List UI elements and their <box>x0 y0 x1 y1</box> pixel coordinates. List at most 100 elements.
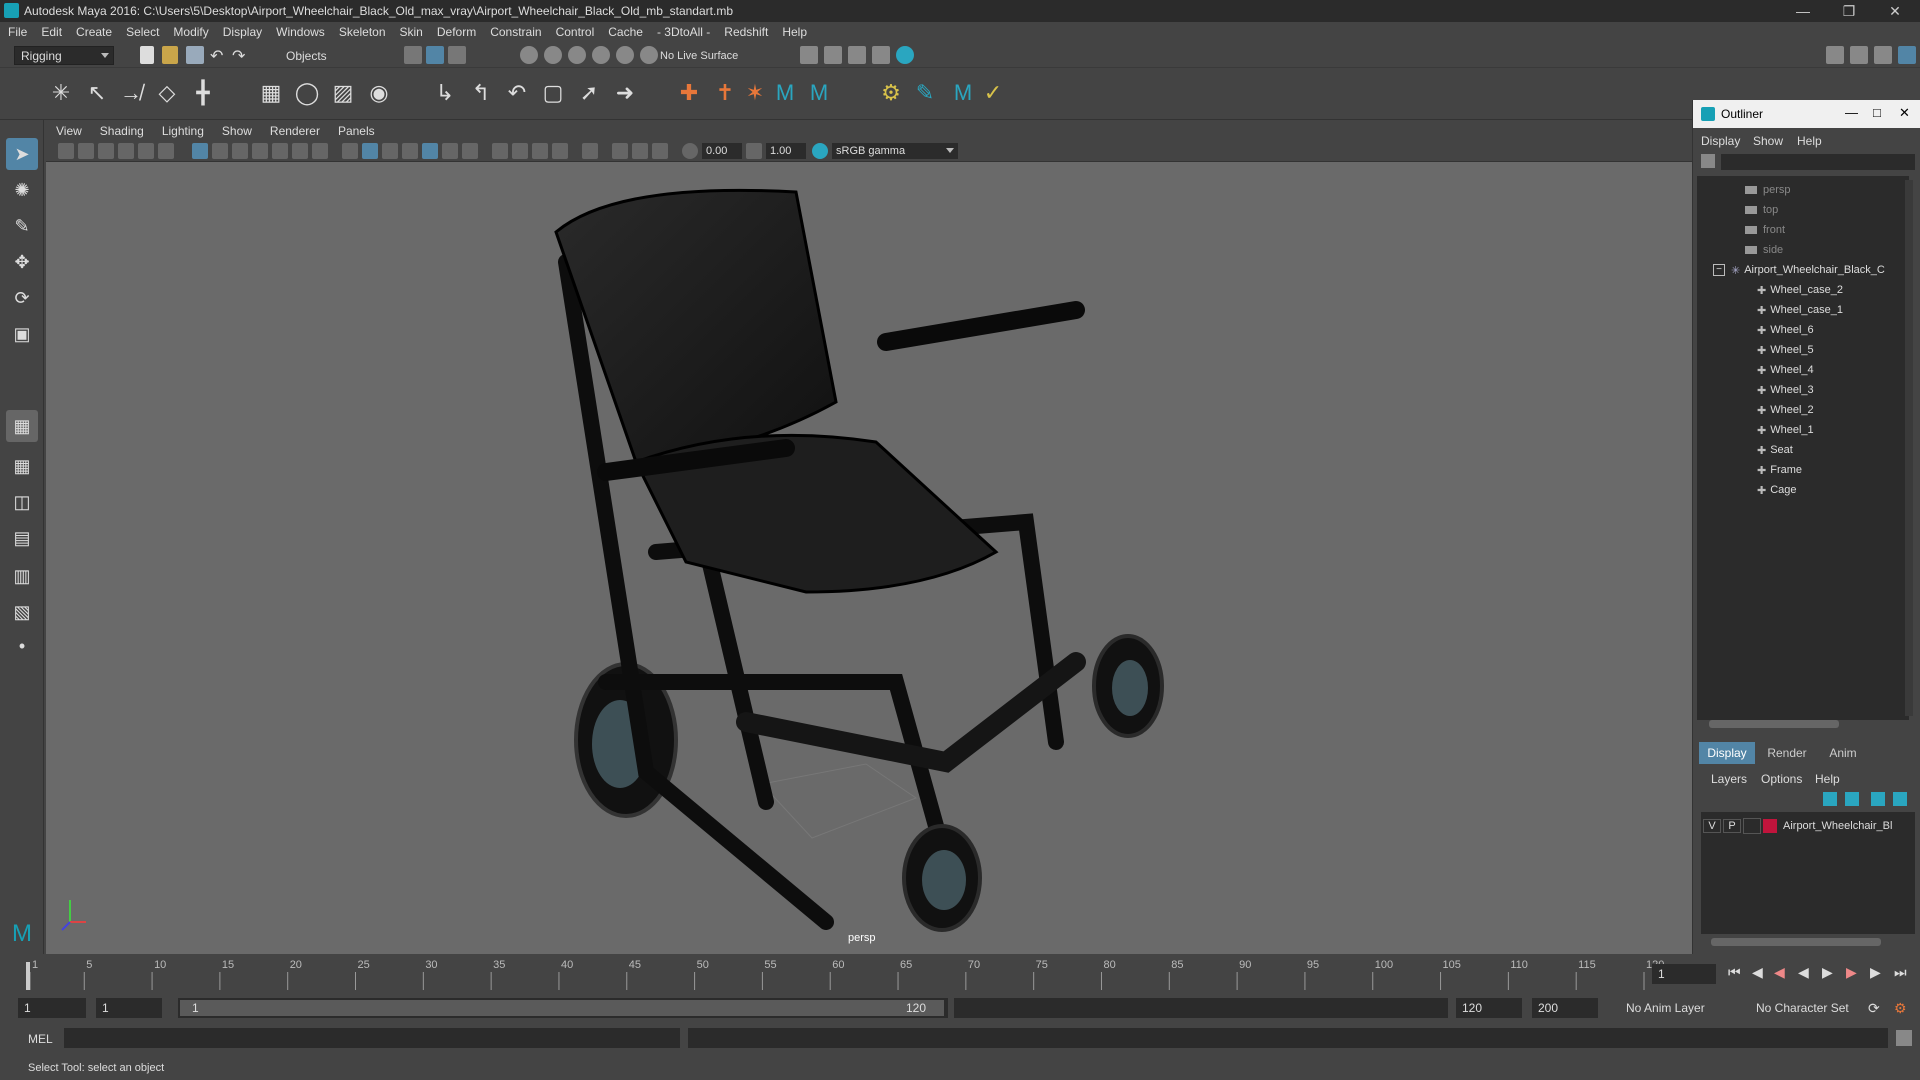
exposure-field[interactable]: 0.00 <box>702 143 742 159</box>
vp-menu-view[interactable]: View <box>56 124 82 138</box>
selection-mode-dropdown[interactable]: Objects <box>280 46 376 65</box>
gamma-field[interactable]: 1.00 <box>766 143 806 159</box>
layers-menu[interactable]: Layers <box>1711 772 1747 786</box>
range-slider-track[interactable]: 1 120 <box>178 998 948 1018</box>
ipr-render-icon[interactable] <box>824 46 842 64</box>
bind-skin-icon[interactable]: ▦ <box>258 80 284 106</box>
menu-help[interactable]: Help <box>782 25 807 39</box>
menu-file[interactable]: File <box>8 25 27 39</box>
use-all-lights-icon[interactable] <box>442 143 458 159</box>
select-tool-icon[interactable]: ➤ <box>6 138 38 170</box>
open-scene-icon[interactable] <box>162 46 178 64</box>
layer-color-swatch[interactable] <box>1763 819 1777 833</box>
single-view-icon[interactable]: ▦ <box>6 410 38 442</box>
modeling-toolkit-icon[interactable] <box>1826 46 1844 64</box>
render-frame-icon[interactable] <box>800 46 818 64</box>
outliner-item-seat[interactable]: ✚ Seat <box>1757 440 1793 460</box>
outliner-menu-help[interactable]: Help <box>1797 134 1822 148</box>
select-component-icon[interactable] <box>448 46 466 64</box>
outliner-item-front[interactable]: front <box>1745 220 1785 240</box>
xray-components-icon[interactable] <box>652 143 668 159</box>
go-to-start-icon[interactable]: ⏮ <box>1728 964 1741 981</box>
snap-view-icon[interactable] <box>592 46 610 64</box>
move-tool-icon[interactable]: ✥ <box>6 246 38 278</box>
depth-of-field-icon[interactable] <box>552 143 568 159</box>
textured-icon[interactable] <box>422 143 438 159</box>
attribute-editor-icon[interactable] <box>1850 46 1868 64</box>
outliner-minimize-icon[interactable]: — <box>1845 105 1858 120</box>
time-slider-ruler[interactable]: 1 5 10 15 20 25 30 35 40 45 50 55 60 65 70 75 80 85 90 95 10… <box>24 954 1674 994</box>
menu-skeleton[interactable]: Skeleton <box>339 25 386 39</box>
orient-joint-icon[interactable]: ╋ <box>190 80 216 106</box>
rotate-tool-icon[interactable]: ⟳ <box>6 282 38 314</box>
side-by-side-view-icon[interactable]: ◫ <box>6 486 38 518</box>
more-layouts-icon[interactable]: • <box>6 630 38 662</box>
tool-settings-icon[interactable] <box>1874 46 1892 64</box>
outliner-item-side[interactable]: side <box>1745 240 1783 260</box>
move-layer-up-icon[interactable] <box>1823 792 1837 806</box>
auto-key-icon[interactable]: ⟳ <box>1868 1000 1880 1017</box>
motion-blur-icon[interactable] <box>512 143 528 159</box>
bookmark-icon[interactable] <box>98 143 114 159</box>
menu-deform[interactable]: Deform <box>437 25 476 39</box>
resolution-gate-icon[interactable] <box>232 143 248 159</box>
menu-set-dropdown[interactable]: Rigging <box>14 46 114 65</box>
vp-menu-panels[interactable]: Panels <box>338 124 375 138</box>
view-transform-dropdown[interactable]: sRGB gamma <box>832 143 958 159</box>
menu-3dtoall[interactable]: - 3DtoAll - <box>657 25 710 39</box>
outliner-search-input[interactable] <box>1721 154 1915 170</box>
layer-playback-toggle[interactable]: P <box>1723 819 1741 833</box>
new-scene-icon[interactable] <box>140 46 154 64</box>
screen-space-ao-icon[interactable] <box>492 143 508 159</box>
playback-start-field[interactable]: 1 <box>96 998 162 1018</box>
outliner-layout-icon[interactable]: ▤ <box>6 522 38 554</box>
current-time-indicator[interactable] <box>26 962 30 990</box>
set-driven-key-icon[interactable]: ⚙ <box>878 80 904 106</box>
layer-name[interactable]: Airport_Wheelchair_Bl <box>1783 820 1892 832</box>
current-frame-field[interactable]: 1 <box>1652 964 1716 984</box>
grease-pencil-icon[interactable] <box>158 143 174 159</box>
menu-cache[interactable]: Cache <box>608 25 643 39</box>
multisample-aa-icon[interactable] <box>532 143 548 159</box>
orient-constraint-icon[interactable]: ↶ <box>504 80 530 106</box>
rig-sparkle-icon[interactable]: ✶ <box>742 80 768 106</box>
save-scene-icon[interactable] <box>186 46 204 64</box>
outliner-item-group[interactable]: − ✳ Airport_Wheelchair_Black_C <box>1713 260 1885 280</box>
options-menu[interactable]: Options <box>1761 772 1802 786</box>
outliner-menu-show[interactable]: Show <box>1753 134 1783 148</box>
lock-pivot-icon[interactable]: ✝ <box>712 80 738 106</box>
wheelchair-model[interactable] <box>46 162 1692 954</box>
outliner-item-cage[interactable]: ✚ Cage <box>1757 480 1797 500</box>
step-back-key-icon[interactable]: ◀ <box>1774 964 1785 981</box>
select-hierarchy-icon[interactable] <box>404 46 422 64</box>
animation-start-field[interactable]: 1 <box>18 998 86 1018</box>
animation-end-field[interactable]: 200 <box>1532 998 1598 1018</box>
play-backward-icon[interactable]: ◀ <box>1798 964 1809 981</box>
outliner-maximize-icon[interactable]: □ <box>1873 105 1881 120</box>
hypershade-layout-icon[interactable]: ▧ <box>6 596 38 628</box>
snap-point-icon[interactable] <box>568 46 586 64</box>
outliner-item-wheel-1[interactable]: ✚ Wheel_1 <box>1757 420 1814 440</box>
parent-constraint-icon[interactable]: ↳ <box>432 80 458 106</box>
wireframe-icon[interactable] <box>342 143 358 159</box>
help-menu[interactable]: Help <box>1815 772 1840 786</box>
cluster-icon[interactable]: ◉ <box>366 80 392 106</box>
outliner-horizontal-scrollbar[interactable] <box>1709 720 1839 728</box>
move-layer-down-icon[interactable] <box>1845 792 1859 806</box>
tab-display[interactable]: Display <box>1699 742 1755 764</box>
menu-constrain[interactable]: Constrain <box>490 25 541 39</box>
layer-visibility-toggle[interactable]: V <box>1703 819 1721 833</box>
point-constraint-icon[interactable]: ↰ <box>468 80 494 106</box>
range-slider-bar[interactable] <box>180 1000 944 1016</box>
command-input[interactable] <box>64 1028 680 1048</box>
pole-vector-icon[interactable]: ➜ <box>612 80 638 106</box>
ik-spline-icon[interactable]: ↛ <box>118 80 144 106</box>
wireframe-on-shaded-icon[interactable] <box>402 143 418 159</box>
lasso-tool-icon[interactable]: ✺ <box>6 174 38 206</box>
color-management-icon[interactable] <box>812 143 828 159</box>
xray-joints-icon[interactable] <box>632 143 648 159</box>
outliner-item-top[interactable]: top <box>1745 200 1778 220</box>
outliner-menu-display[interactable]: Display <box>1701 134 1740 148</box>
tab-render[interactable]: Render <box>1759 742 1815 764</box>
animation-prefs-icon[interactable]: ⚙ <box>1894 1000 1907 1017</box>
